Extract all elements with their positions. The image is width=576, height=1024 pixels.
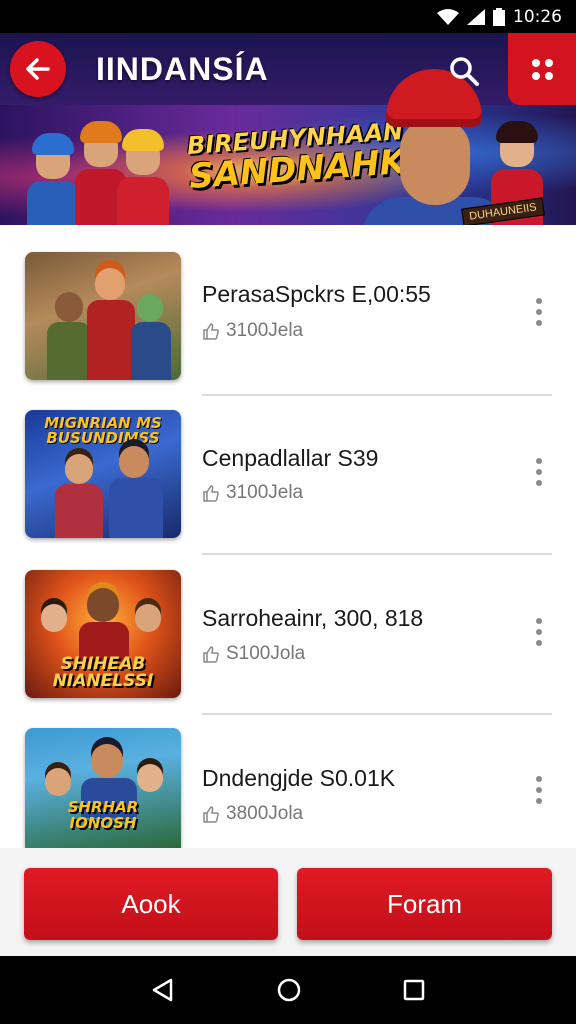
header-banner: BIREUHYNHAAN SANDNAHKA! DUHAUNEIIS IINDA… xyxy=(0,33,576,225)
search-button[interactable] xyxy=(440,49,488,93)
more-vert-icon xyxy=(536,458,542,464)
search-icon xyxy=(450,57,479,86)
thumbnail-caption: MIGNRIAN​ MS BUSUNDIMSS xyxy=(44,414,162,447)
thumbs-up-icon xyxy=(203,806,219,823)
item-title: Dndengjde S0.01K xyxy=(202,765,396,791)
list-item[interactable]: SHIHEAB NIANELSSI Sarroheainr, 300, 818 … xyxy=(0,558,576,718)
divider xyxy=(202,713,552,715)
item-meta: 3800Jola xyxy=(202,803,303,825)
thumbs-up-icon xyxy=(203,323,219,340)
item-meta-text: 3100Jela xyxy=(226,320,304,341)
more-options-button[interactable] xyxy=(527,292,551,332)
item-meta: S100Jola xyxy=(202,643,305,665)
more-vert-icon xyxy=(536,776,542,782)
more-vert-icon xyxy=(536,298,542,304)
item-title: Cenpadlallar S39 xyxy=(202,445,379,471)
primary-right-button[interactable]: Foram xyxy=(297,868,552,940)
nav-back-icon[interactable] xyxy=(150,977,176,1003)
thumbs-up-icon xyxy=(203,485,219,502)
grid-menu-button[interactable] xyxy=(508,33,576,105)
divider xyxy=(202,553,552,555)
list-item[interactable]: MIGNRIAN​ MS BUSUNDIMSS Cenpadlallar S39… xyxy=(0,398,576,558)
status-time: 10:26 xyxy=(513,6,562,27)
signal-icon xyxy=(467,8,485,25)
thumbnail-caption: SHIHEAB NIANELSSI xyxy=(52,654,154,691)
nav-home-icon[interactable] xyxy=(276,977,302,1003)
wifi-icon xyxy=(437,8,459,25)
item-meta: 3100Jela xyxy=(202,482,303,504)
item-meta-text: 3800Jola xyxy=(226,803,304,824)
divider xyxy=(202,394,552,396)
item-title: Sarroheainr, 300, 818 xyxy=(202,605,424,631)
item-thumbnail: SHRHAR IONOSH xyxy=(25,728,181,848)
more-options-button[interactable] xyxy=(527,452,551,492)
grid-menu-icon xyxy=(531,58,553,80)
status-bar: 10:26 xyxy=(0,0,576,33)
more-vert-icon xyxy=(536,618,542,624)
banner-character xyxy=(27,133,79,225)
item-meta-text: S100Jola xyxy=(226,643,306,664)
back-arrow-icon xyxy=(26,58,50,80)
item-thumbnail: SHIHEAB NIANELSSI xyxy=(25,570,181,698)
system-nav-bar xyxy=(0,956,576,1024)
banner-character xyxy=(117,129,169,225)
nav-recents-icon[interactable] xyxy=(402,978,426,1002)
page-title: IINDANSÍA xyxy=(96,51,269,87)
item-meta-text: 3100Jela xyxy=(226,482,304,503)
thumbs-up-icon xyxy=(203,646,219,663)
item-thumbnail xyxy=(25,252,181,380)
item-thumbnail: MIGNRIAN​ MS BUSUNDIMSS xyxy=(25,410,181,538)
more-options-button[interactable] xyxy=(527,612,551,652)
primary-left-button[interactable]: Aook xyxy=(24,868,278,940)
battery-icon xyxy=(493,7,505,26)
item-meta: 3100Jela xyxy=(202,320,303,342)
thumbnail-caption: SHRHAR IONOSH xyxy=(67,798,139,832)
item-title: PerasaSpckrs E,00:55 xyxy=(202,281,431,307)
list-item[interactable]: PerasaSpckrs E,00:55 3100Jela xyxy=(0,238,576,398)
back-button[interactable] xyxy=(10,41,66,97)
action-bar: Aook Foram xyxy=(0,848,576,956)
more-options-button[interactable] xyxy=(527,770,551,810)
